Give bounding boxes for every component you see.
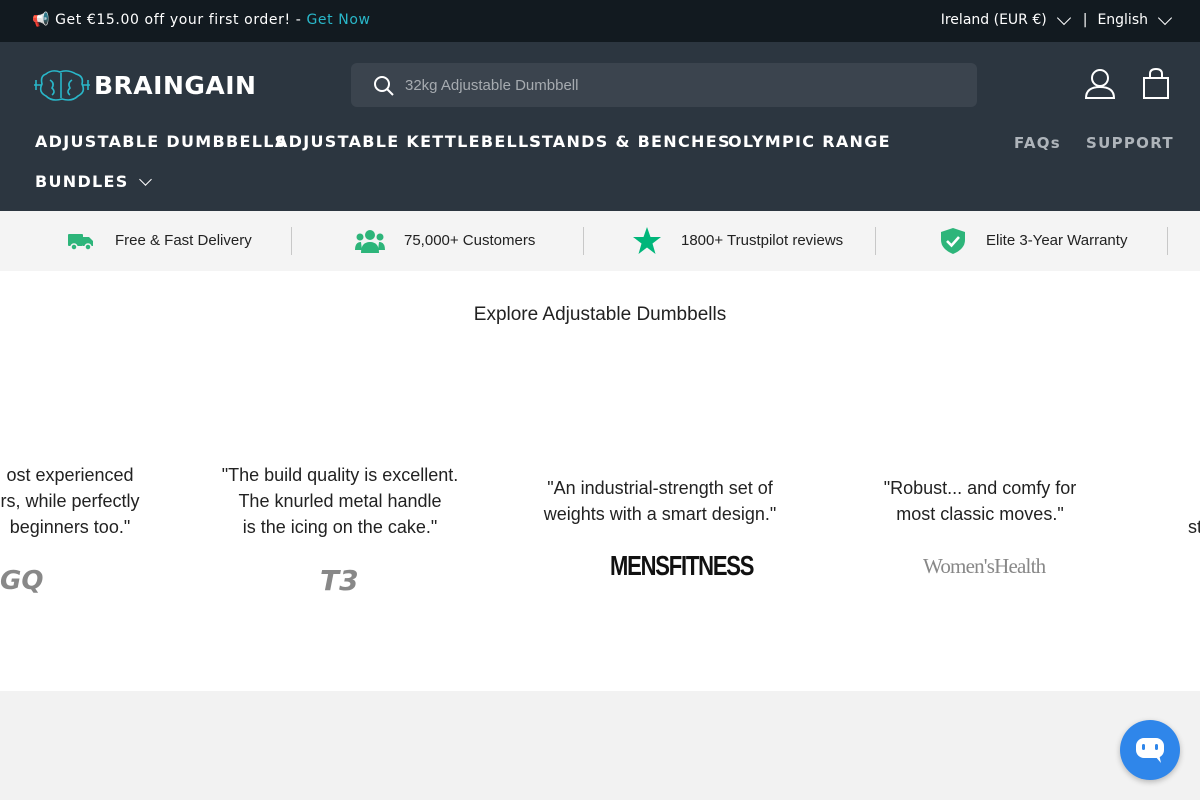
quote-line: beginners too." [9, 517, 131, 537]
quote-line: st [1188, 517, 1200, 537]
quote-line: weights with a smart design." [543, 504, 777, 524]
nav-item-stands-benches[interactable]: STANDS & BENCHES [529, 132, 731, 151]
usp-bar: Free & Fast Delivery 75,000+ Customers 1… [0, 211, 1200, 271]
quote-line: The knurled metal handle [238, 491, 442, 511]
quote-line: "An industrial-strength set of [547, 478, 773, 498]
chevron-down-icon[interactable] [1157, 10, 1173, 25]
brain-logo-icon [34, 70, 90, 101]
quote-line: "Robust... and comfy for [883, 478, 1077, 498]
quote-line: most classic moves." [896, 504, 1064, 524]
t3-logo: T3 [320, 564, 359, 597]
quote-line: is the icing on the cake." [242, 517, 438, 537]
shield-check-icon [941, 228, 965, 254]
press-quote: "An industrial-strength set of weights w… [520, 475, 800, 527]
section-heading: Explore Adjustable Dumbbells [473, 304, 727, 325]
press-quote: "Robust... and comfy for most classic mo… [840, 475, 1120, 527]
usp-divider [1167, 227, 1168, 255]
site-header: BRAINGAIN ADJUSTABLE DUMBBELLS ADJUSTABL… [0, 42, 1200, 211]
chat-button[interactable] [1120, 720, 1180, 780]
cart-icon[interactable] [1142, 68, 1170, 100]
usp-divider [291, 227, 292, 255]
womens-health-logo: Women'sHealth [923, 554, 1046, 579]
nav-item-olympic-range[interactable]: OLYMPIC RANGE [728, 132, 891, 151]
quote-line: "The build quality is excellent. [221, 465, 459, 485]
usp-label: 75,000+ Customers [404, 232, 536, 249]
quote-line: ost experienced [6, 465, 134, 485]
press-source: Women'sHealth [923, 554, 1046, 578]
nav-item-adjustable-dumbbells[interactable]: ADJUSTABLE DUMBBELLS [35, 132, 288, 151]
chevron-down-icon[interactable] [1056, 10, 1071, 25]
search-icon[interactable] [373, 75, 395, 97]
usp-label: Elite 3-Year Warranty [986, 232, 1128, 249]
users-icon [355, 230, 385, 253]
account-icon[interactable] [1084, 68, 1116, 100]
gq-logo: GQ [0, 566, 43, 596]
nav-item-adjustable-kettlebells[interactable]: ADJUSTABLE KETTLEBELLS [275, 132, 542, 151]
nav-item-faqs[interactable]: FAQs [1014, 134, 1061, 152]
usp-divider [583, 227, 584, 255]
star-icon [633, 227, 661, 254]
locale-separator: | [1082, 12, 1088, 28]
search-bar[interactable] [351, 63, 977, 107]
press-quote: st [1188, 514, 1200, 540]
brand-logo[interactable]: BRAINGAIN [32, 68, 256, 102]
truck-icon [68, 234, 93, 251]
promo-text: Get €15.00 off your first order! - [55, 12, 302, 28]
press-source: GQ [0, 566, 44, 596]
nav-item-bundles-label: BUNDLES [35, 172, 129, 191]
nav-item-bundles-dropdown[interactable]: BUNDLES [35, 172, 152, 191]
usp-label: Free & Fast Delivery [115, 232, 252, 249]
announcement-bar: 📢 Get €15.00 off your first order! - Get… [0, 0, 1200, 42]
megaphone-icon: 📢 [32, 12, 51, 28]
next-section [0, 691, 1200, 800]
press-source: MENSFITNESS [610, 549, 754, 581]
nav-item-support[interactable]: SUPPORT [1086, 134, 1174, 152]
locale-selector: Ireland (EUR €) | English [941, 10, 1173, 28]
chevron-down-icon [138, 173, 152, 186]
brand-name: BRAINGAIN [94, 70, 257, 100]
press-quote: "The build quality is excellent. The knu… [200, 462, 480, 540]
promo-link[interactable]: Get Now [306, 12, 370, 28]
quote-line: rs, while perfectly [0, 491, 140, 511]
usp-label: 1800+ Trustpilot reviews [681, 232, 844, 249]
chat-bubble-icon [1136, 738, 1164, 763]
mens-fitness-logo: MENSFITNESS [610, 550, 754, 581]
press-source: T3 [320, 564, 359, 597]
region-selector[interactable]: Ireland (EUR €) [941, 12, 1047, 28]
press-quote: ost experienced rs, while perfectly begi… [0, 462, 210, 540]
promo-message: 📢 Get €15.00 off your first order! - Get… [32, 12, 371, 28]
language-selector[interactable]: English [1097, 12, 1148, 28]
usp-divider [875, 227, 876, 255]
search-input[interactable] [405, 63, 945, 107]
